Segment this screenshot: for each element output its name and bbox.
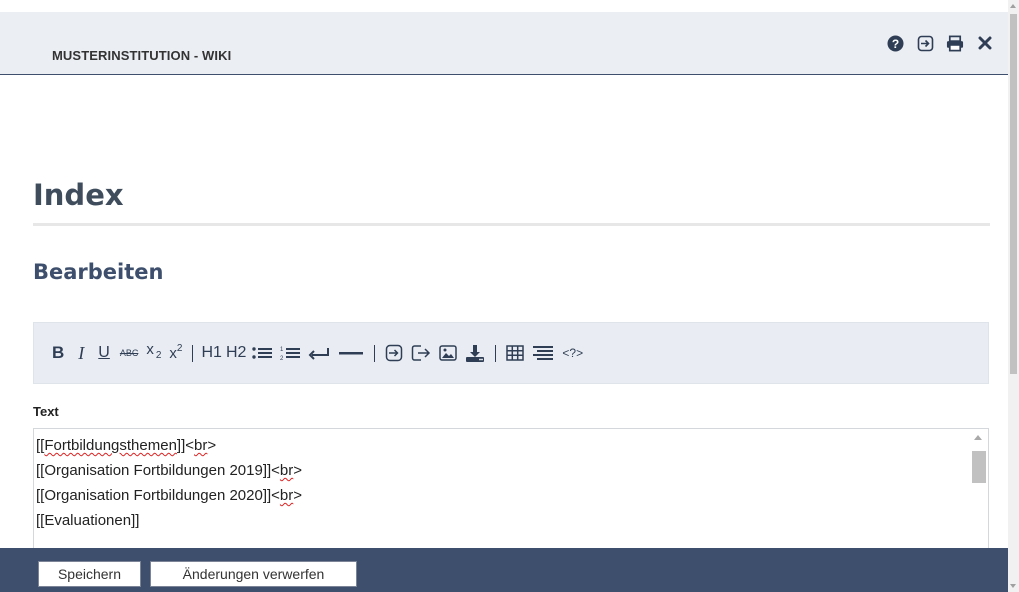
subscript-button[interactable]: x2 [142,341,165,365]
underline-button[interactable]: U [94,341,114,365]
line-break-icon[interactable] [304,341,334,365]
italic-button[interactable]: I [74,341,88,365]
editor-line: [[Organisation Fortbildungen 2019]]<br> [36,462,303,479]
align-icon[interactable] [528,341,558,365]
close-icon[interactable] [976,34,994,52]
svg-text:?: ? [891,37,898,51]
scroll-up-arrow[interactable] [974,435,982,440]
horizontal-rule-icon[interactable] [334,341,368,365]
editor-line: [[Evaluationen]] [36,512,140,529]
discard-changes-button[interactable]: Änderungen verwerfen [150,561,357,587]
editor-toolbar: B I U ABC x2 x2 H1 H2 12 <?> [33,322,989,384]
wiki-text-editor[interactable]: [[Fortbildungsthemen]]<br> [[Organisatio… [33,428,989,558]
strikethrough-button[interactable]: ABC [116,341,143,365]
download-icon[interactable] [461,341,489,365]
wiki-title: MUSTERINSTITUTION - WIKI [52,48,232,63]
toolbar-separator [192,344,194,362]
action-footer: Speichern Änderungen verwerfen [0,548,1008,592]
toolbar-separator [374,344,376,362]
scroll-up-arrow[interactable] [1010,4,1016,8]
heading-2-button[interactable]: H2 [224,341,248,365]
question-circle-icon[interactable]: ? [886,34,904,52]
header-actions: ? [886,34,994,52]
save-button[interactable]: Speichern [38,561,141,587]
heading-1-button[interactable]: H1 [199,341,223,365]
image-icon[interactable] [435,341,461,365]
print-icon[interactable] [946,34,964,52]
svg-text:1: 1 [280,347,284,353]
external-link-icon[interactable] [407,341,435,365]
sign-in-icon[interactable] [916,34,934,52]
internal-link-icon[interactable] [381,341,407,365]
table-icon[interactable] [502,341,528,365]
scroll-down-arrow[interactable] [1010,584,1016,588]
app-header: MUSTERINSTITUTION - WIKI ? [0,12,1008,75]
text-field-label: Text [33,404,59,419]
source-code-button[interactable]: <?> [558,341,587,365]
editor-scrollbar[interactable] [970,431,986,557]
editor-line: [[Fortbildungsthemen]]<br> [36,437,217,454]
editor-content[interactable]: [[Fortbildungsthemen]]<br> [[Organisatio… [36,433,302,533]
title-divider [33,223,990,226]
bold-button[interactable]: B [48,341,68,365]
unordered-list-icon[interactable] [248,341,276,365]
ordered-list-icon[interactable]: 12 [276,341,304,365]
section-title: Bearbeiten [33,260,164,284]
svg-text:2: 2 [280,356,284,361]
toolbar-separator [495,344,497,362]
superscript-button[interactable]: x2 [165,341,186,365]
scroll-thumb[interactable] [1010,14,1017,374]
editor-line: [[Organisation Fortbildungen 2020]]<br> [36,487,303,504]
page-title: Index [33,178,124,212]
scroll-thumb[interactable] [972,451,986,483]
page-scrollbar[interactable] [1008,0,1019,592]
